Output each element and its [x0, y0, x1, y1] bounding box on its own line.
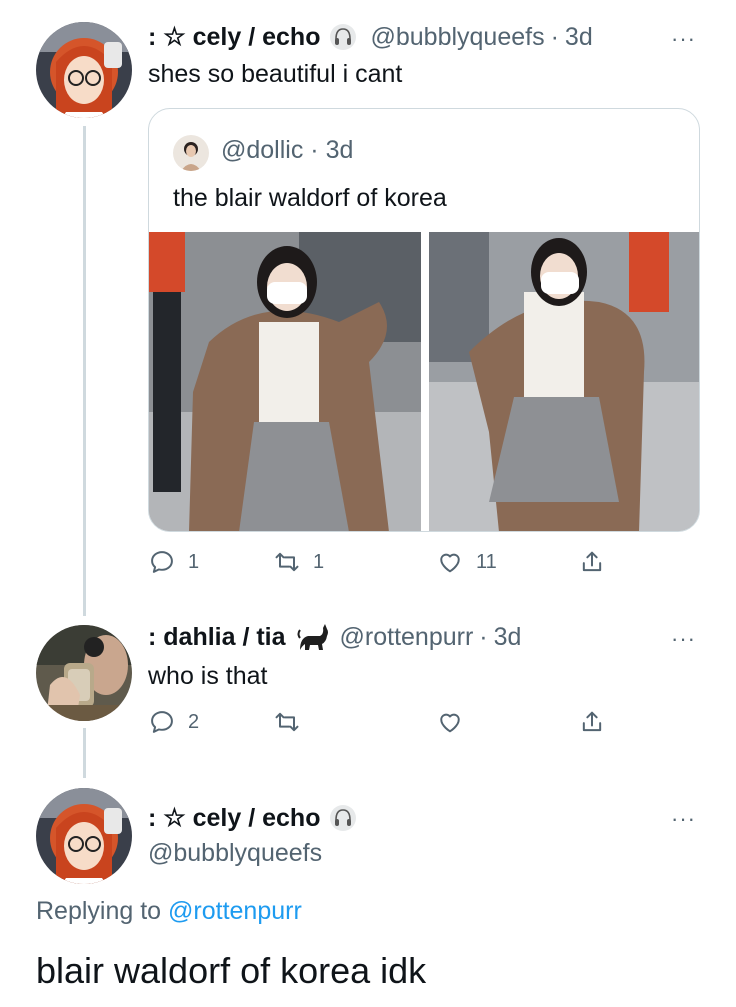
- handle[interactable]: @bubblyqueefs: [370, 23, 544, 52]
- share-button[interactable]: [578, 548, 618, 576]
- display-name[interactable]: : ☆ cely / echo: [148, 22, 320, 52]
- tweet-text: shes so beautiful i cant: [148, 60, 403, 88]
- like-icon: [440, 713, 460, 733]
- more-icon[interactable]: ···: [671, 626, 696, 652]
- reply-button[interactable]: 1: [148, 548, 199, 576]
- reply-count: 2: [188, 710, 200, 733]
- retweet-count: 1: [313, 550, 325, 573]
- replying-to-link[interactable]: @rottenpurr: [168, 897, 302, 925]
- avatar[interactable]: [36, 625, 132, 721]
- retweet-button[interactable]: 1: [273, 548, 324, 576]
- quote-image-2[interactable]: [429, 232, 699, 531]
- like-button[interactable]: 11: [436, 548, 497, 576]
- like-button[interactable]: [436, 708, 476, 736]
- separator-dot: ·: [479, 622, 488, 651]
- retweet-icon: [275, 552, 299, 572]
- display-name[interactable]: : ☆ cely / echo: [148, 803, 320, 833]
- headphones-icon: [328, 803, 358, 833]
- share-button[interactable]: [578, 708, 618, 736]
- quote-avatar[interactable]: [173, 135, 209, 171]
- reply-count: 1: [188, 550, 200, 573]
- retweet-icon: [275, 712, 299, 732]
- share-icon: [582, 551, 602, 572]
- avatar[interactable]: [36, 22, 132, 118]
- timestamp[interactable]: 3d: [494, 623, 522, 652]
- replying-prefix: Replying to: [36, 897, 169, 925]
- handle[interactable]: @rottenpurr: [340, 623, 474, 652]
- reply-icon: [151, 711, 173, 733]
- reply-button[interactable]: 2: [148, 708, 199, 736]
- like-icon: [440, 553, 460, 573]
- handle[interactable]: @bubblyqueefs: [148, 839, 322, 868]
- quote-text: the blair waldorf of korea: [173, 184, 447, 212]
- like-count: 11: [476, 550, 497, 573]
- display-name[interactable]: : dahlia / tia: [148, 623, 286, 652]
- cat-emoji: [296, 622, 330, 652]
- separator-dot: ·: [303, 136, 326, 164]
- tweet-text: blair waldorf of korea idk: [36, 950, 427, 991]
- timestamp[interactable]: 3d: [565, 23, 593, 52]
- more-icon[interactable]: ···: [671, 806, 696, 832]
- tweet-text: who is that: [148, 662, 268, 690]
- thread-line: [83, 126, 86, 616]
- share-icon: [582, 711, 602, 732]
- reply-icon: [151, 551, 173, 573]
- separator-dot: ·: [550, 22, 559, 51]
- quote-tweet[interactable]: @dollic · 3d the blair waldorf of korea: [148, 108, 700, 532]
- headphones-icon: [328, 22, 358, 52]
- more-icon[interactable]: ···: [671, 26, 696, 52]
- retweet-button[interactable]: [273, 708, 313, 736]
- thread-line: [83, 728, 86, 778]
- tweet-actions: 1 1 11: [148, 548, 618, 582]
- tweet-actions: 2: [148, 708, 618, 742]
- quote-timestamp[interactable]: 3d: [326, 136, 354, 164]
- quote-handle-line[interactable]: @dollic · 3d: [221, 136, 353, 165]
- quote-image-1[interactable]: [149, 232, 421, 531]
- avatar[interactable]: [36, 788, 132, 884]
- replying-to: Replying to @rottenpurr: [36, 897, 302, 926]
- quote-handle[interactable]: @dollic: [221, 136, 303, 164]
